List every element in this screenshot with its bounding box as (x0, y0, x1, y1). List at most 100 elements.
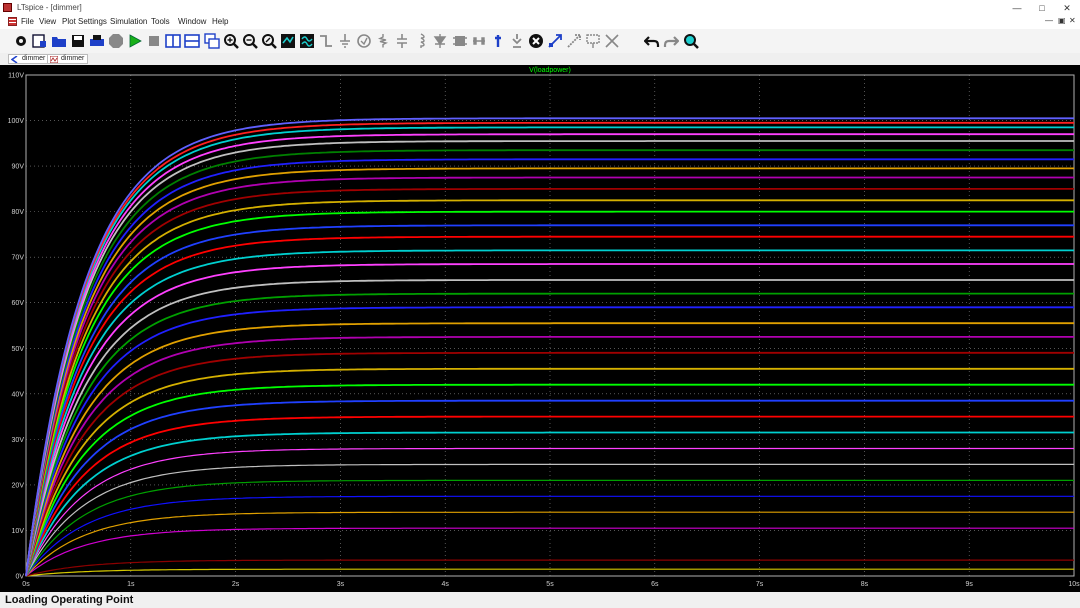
rotate-icon (586, 34, 600, 48)
print-button[interactable] (89, 33, 105, 49)
spice-directive-icon (512, 34, 522, 48)
title-bar: LTspice - [dimmer] — □ ✕ (0, 0, 1080, 16)
redo-icon (663, 36, 679, 47)
delete-button[interactable] (528, 33, 544, 49)
document-icon[interactable] (8, 17, 17, 26)
x-tick-label: 7s (756, 581, 764, 588)
inductor-icon (420, 33, 425, 48)
diode-button[interactable] (432, 33, 448, 49)
y-tick-label: 30V (12, 437, 25, 444)
zoom-in-button[interactable] (223, 33, 239, 49)
open-icon (52, 37, 66, 47)
x-tick-label: 4s (441, 581, 449, 588)
x-tick-label: 9s (965, 581, 973, 588)
zoom-out-button[interactable] (242, 33, 258, 49)
inductor-button[interactable] (413, 33, 429, 49)
cascade-icon (204, 33, 220, 49)
undo-icon (644, 36, 660, 47)
new-schematic-button[interactable] (31, 33, 47, 49)
y-tick-label: 0V (15, 574, 24, 581)
mdi-close-button[interactable]: ✕ (1069, 16, 1076, 25)
find-button[interactable] (683, 33, 699, 49)
tab-label: dimmer (22, 55, 46, 62)
waveform-viewer[interactable]: 0s 1s 2s 3s 4s 5s 6s 7s 8s 9s 10s 0V 10V 20V 30V 40V 50V… (0, 65, 1080, 592)
schematic-icon (11, 56, 18, 63)
capacitor-button[interactable] (394, 33, 410, 49)
open-button[interactable] (51, 33, 67, 49)
series-line (25, 495, 1074, 577)
mdi-restore-button[interactable]: ▣ (1058, 16, 1066, 25)
label-net-icon (357, 34, 371, 48)
drag-button[interactable] (566, 33, 582, 49)
y-tick-label: 90V (12, 164, 25, 171)
x-tick-label: 0s (22, 581, 30, 588)
halt-icon (109, 34, 123, 48)
menu-view[interactable]: View (39, 17, 56, 26)
waveform-chart[interactable]: 0s 1s 2s 3s 4s 5s 6s 7s 8s 9s 10s 0V 10V 20V 30V 40V 50V… (0, 65, 1080, 592)
control-panel-icon (16, 36, 26, 46)
cascade-button[interactable] (204, 33, 220, 49)
menu-tools[interactable]: Tools (151, 17, 170, 26)
menu-window[interactable]: Window (178, 17, 206, 26)
move-icon (473, 37, 485, 45)
y-tick-label: 60V (12, 300, 25, 307)
duplicate-icon (548, 34, 562, 48)
close-button[interactable]: ✕ (1056, 1, 1078, 15)
mirror-button[interactable] (604, 33, 620, 49)
window-title: LTspice - [dimmer] (17, 3, 82, 12)
halt-button[interactable] (108, 33, 124, 49)
menu-simulation[interactable]: Simulation (110, 17, 147, 26)
y-tick-label: 70V (12, 255, 25, 262)
redo-button[interactable] (663, 33, 679, 49)
zoom-fit-button[interactable] (261, 33, 277, 49)
duplicate-button[interactable] (547, 33, 563, 49)
tile-horizontal-icon (184, 34, 200, 48)
mirror-icon (605, 34, 619, 48)
autorange-button[interactable] (299, 33, 315, 49)
waveform-icon (50, 56, 58, 63)
wire-button[interactable] (318, 33, 334, 49)
control-panel-button[interactable] (13, 33, 29, 49)
status-bar: Loading Operating Point (0, 592, 1080, 608)
stop-button[interactable] (146, 33, 162, 49)
minimize-button[interactable]: — (1006, 1, 1028, 15)
zoom-in-icon (224, 34, 239, 49)
menu-help[interactable]: Help (212, 17, 228, 26)
series-line (25, 121, 1074, 577)
menu-plot-settings[interactable]: Plot Settings (62, 17, 107, 26)
rotate-button[interactable] (585, 33, 601, 49)
tab-schematic[interactable]: dimmer (8, 54, 50, 64)
ltspice-app-icon[interactable] (3, 3, 12, 12)
zoom-area-icon (281, 34, 295, 48)
tile-vertical-icon (165, 34, 181, 48)
run-icon (129, 34, 142, 48)
tile-vertical-button[interactable] (165, 33, 181, 49)
menu-file[interactable]: File (21, 17, 34, 26)
resistor-button[interactable] (375, 33, 391, 49)
text-button[interactable] (490, 33, 506, 49)
new-schematic-icon (32, 34, 46, 48)
save-button[interactable] (70, 33, 86, 49)
tab-label: dimmer (61, 55, 85, 62)
x-tick-label: 2s (232, 581, 240, 588)
run-button[interactable] (127, 33, 143, 49)
y-tick-label: 10V (12, 528, 25, 535)
move-button[interactable] (471, 33, 487, 49)
mdi-minimize-button[interactable]: — (1045, 16, 1053, 25)
label-net-button[interactable] (356, 33, 372, 49)
capacitor-icon (397, 34, 407, 48)
ground-button[interactable] (337, 33, 353, 49)
tab-waveform[interactable]: dimmer (47, 54, 89, 64)
zoom-area-button[interactable] (280, 33, 296, 49)
series-line (25, 140, 1074, 577)
component-button[interactable] (452, 33, 468, 49)
drag-icon (567, 34, 581, 48)
x-tick-label: 3s (337, 581, 345, 588)
chart-title: V(loadpower) (529, 67, 571, 74)
tile-horizontal-button[interactable] (184, 33, 200, 49)
spice-directive-button[interactable] (509, 33, 525, 49)
maximize-button[interactable]: □ (1031, 1, 1053, 15)
undo-button[interactable] (644, 33, 660, 49)
text-icon (495, 35, 501, 47)
toolbar (0, 29, 1080, 54)
